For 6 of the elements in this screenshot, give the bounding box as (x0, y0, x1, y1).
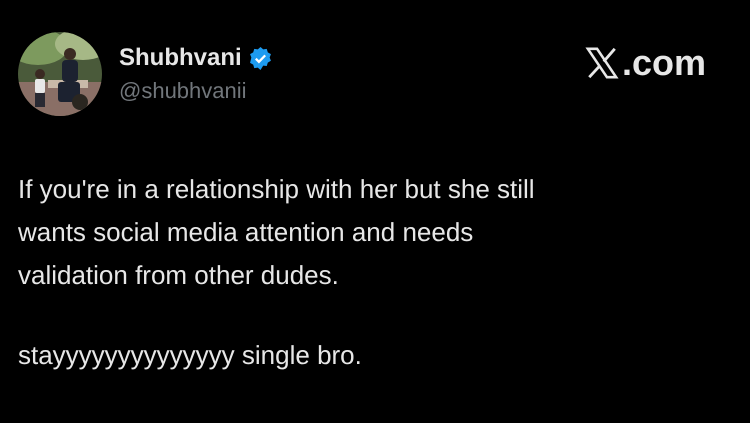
tweet-text: stayyyyyyyyyyyyyy single bro. (18, 339, 363, 372)
brand-text: .com (622, 42, 706, 84)
author-name: Shubhvani (119, 44, 242, 72)
author-handle: @shubhvanii (119, 78, 248, 104)
x-logo-icon (584, 46, 620, 80)
tweet-text: If you're in a relationship with her but she still wants social media attention and needs validation from other dudes. (18, 173, 536, 292)
